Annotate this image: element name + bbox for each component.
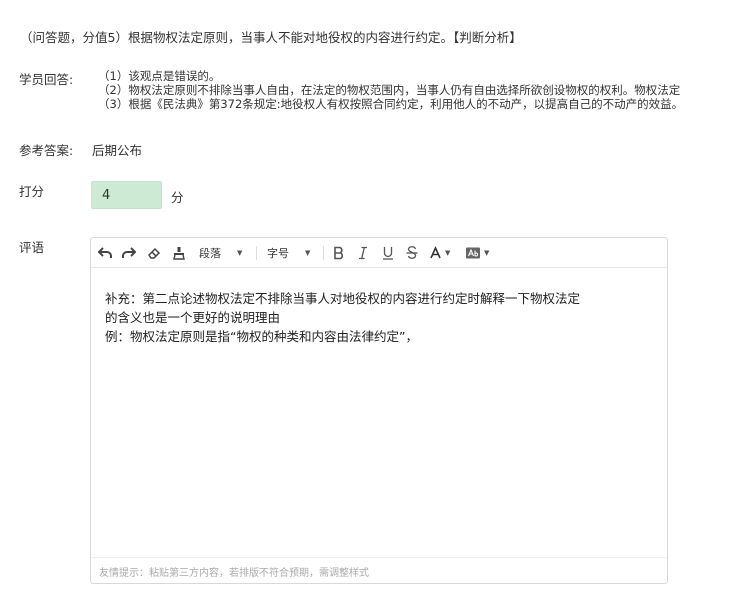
editor-footer: 友情提示：粘贴第三方内容，若排版不符合预期，需调整样式 [91, 557, 667, 583]
italic-icon[interactable] [355, 243, 371, 263]
editor-line: 例：物权法定原则是指“物权的种类和内容由法律约定”， [105, 329, 418, 344]
chevron-down-icon: ▼ [484, 249, 490, 257]
format-brush-icon[interactable] [170, 243, 188, 263]
underline-icon[interactable] [380, 243, 396, 263]
student-answer-label: 学员回答: [19, 72, 74, 87]
editor-line: 补充：第二点论述物权法定不排除当事人对地役权的内容进行约定时解释一下物权法定 [105, 291, 581, 306]
student-answer: （1）该观点是错误的。 （2）物权法定原则不排除当事人自由，在法定的物权范围内，… [98, 69, 729, 111]
paragraph-select-label: 段落 [199, 247, 221, 260]
chevron-down-icon: ▼ [305, 249, 311, 257]
bold-icon[interactable] [331, 243, 347, 263]
editor-toolbar: 段落 ▼ 字号 ▼ ▼ ▼ [91, 238, 667, 268]
toolbar-divider [256, 246, 257, 260]
font-size-select-label: 字号 [267, 247, 289, 260]
chevron-down-icon: ▼ [237, 249, 243, 257]
comment-label: 评语 [19, 240, 45, 255]
question-text: （问答题，分值5）根据物权法定原则，当事人不能对地役权的内容进行约定。【判断分析… [20, 30, 522, 45]
background-color-icon[interactable]: ▼ [465, 243, 493, 263]
chevron-down-icon: ▼ [445, 249, 451, 257]
rich-text-editor: 段落 ▼ 字号 ▼ ▼ ▼ 补充：第二点论述物权法定不排除当事人对地役权的内容进… [90, 237, 668, 584]
score-field-box [91, 181, 162, 209]
paragraph-select[interactable]: 段落 ▼ [199, 243, 249, 263]
font-size-select[interactable]: 字号 ▼ [267, 243, 315, 263]
redo-icon[interactable] [120, 243, 138, 263]
score-input[interactable] [92, 182, 161, 208]
answer-line: （2）物权法定原则不排除当事人自由，在法定的物权范围内，当事人仍有自由选择所欲创… [98, 83, 681, 97]
eraser-icon[interactable] [145, 243, 163, 263]
score-label: 打分 [19, 184, 45, 199]
reference-answer-value: 后期公布 [92, 143, 143, 158]
strikethrough-icon[interactable] [404, 243, 420, 263]
toolbar-divider [323, 246, 324, 260]
reference-answer-label: 参考答案: [19, 143, 74, 158]
answer-line: （1）该观点是错误的。 [98, 69, 221, 83]
font-color-icon[interactable]: ▼ [429, 243, 455, 263]
editor-content[interactable]: 补充：第二点论述物权法定不排除当事人对地役权的内容进行约定时解释一下物权法定 的… [105, 289, 653, 346]
undo-icon[interactable] [96, 243, 114, 263]
editor-line: 的含义也是一个更好的说明理由 [105, 310, 281, 325]
paste-hint: 友情提示：粘贴第三方内容，若排版不符合预期，需调整样式 [99, 568, 369, 579]
answer-line: （3）根据《民法典》第372条规定:地役权人有权按照合同约定，利用他人的不动产，… [98, 97, 684, 111]
score-unit: 分 [171, 190, 184, 205]
